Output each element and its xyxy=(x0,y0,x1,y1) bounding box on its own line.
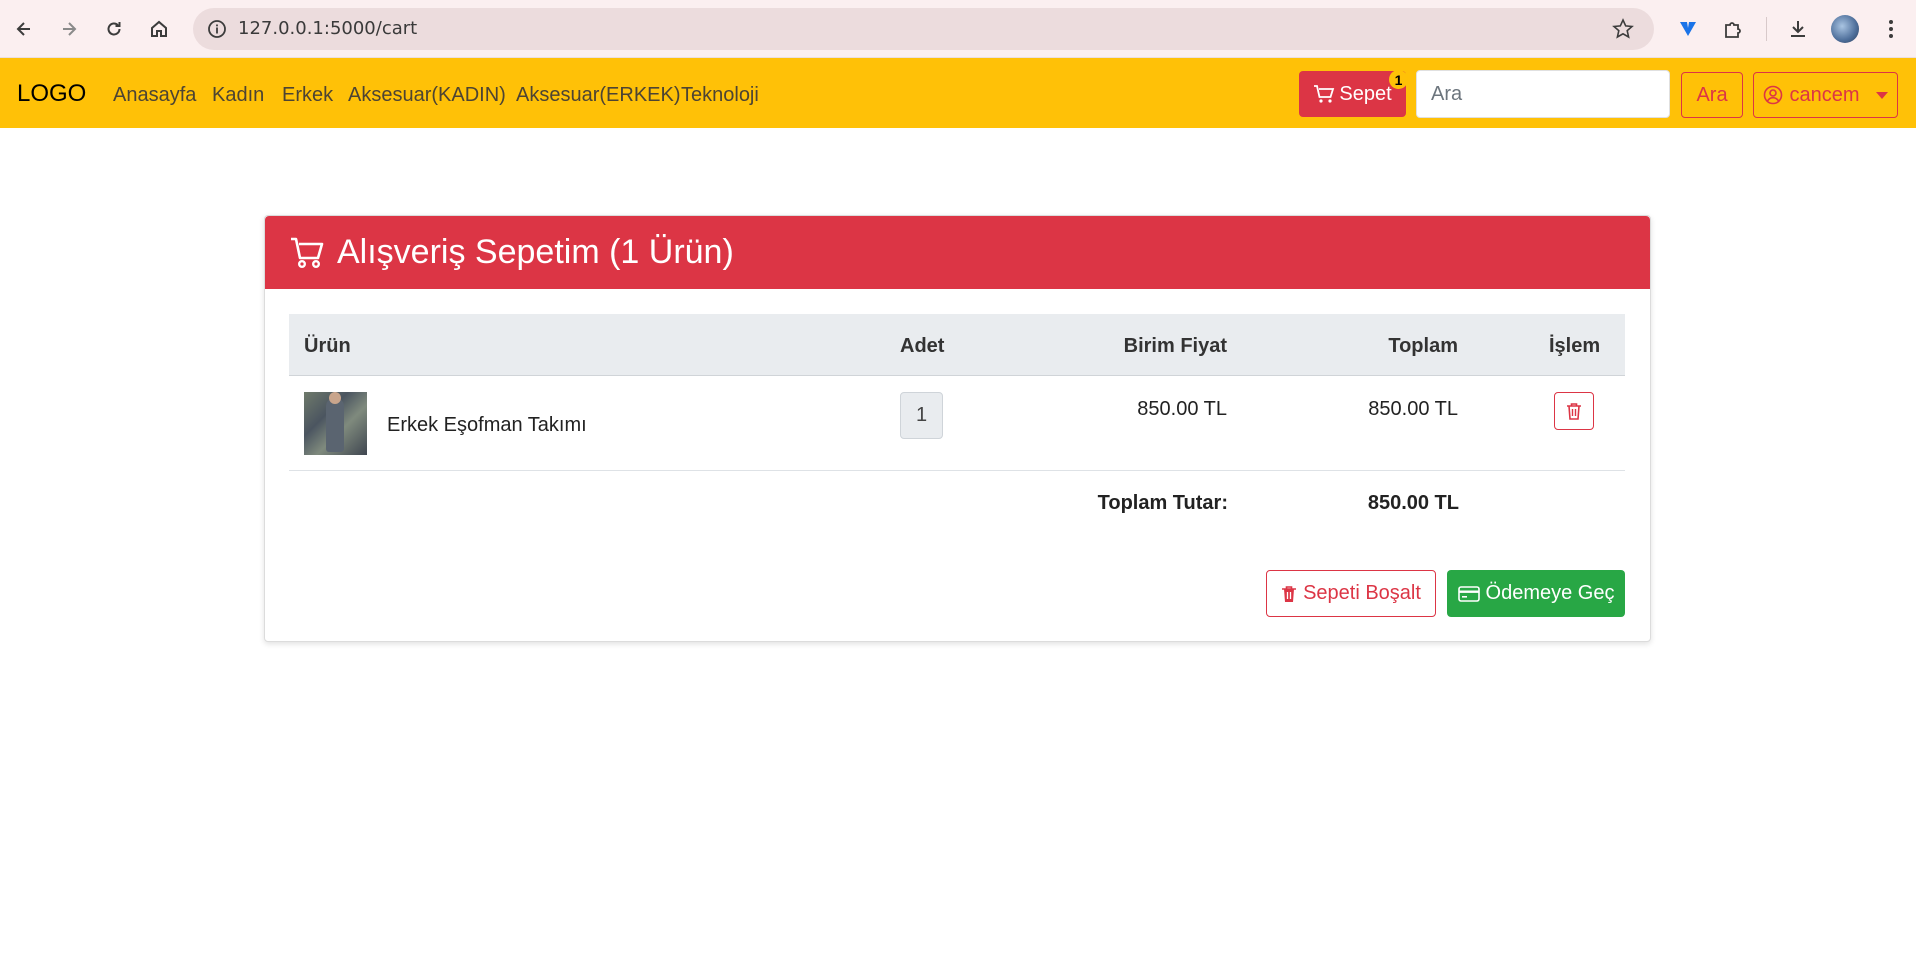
column-header-unit-price: Birim Fiyat xyxy=(1123,335,1227,357)
empty-cart-label: Sepeti Boşalt xyxy=(1303,582,1421,604)
line-total: 850.00 TL xyxy=(1368,398,1458,420)
info-icon[interactable] xyxy=(205,17,229,41)
page-title: Alışveriş Sepetim (1 Ürün) xyxy=(337,233,734,271)
puzzle-icon[interactable] xyxy=(1717,13,1749,45)
search-button[interactable]: Ara xyxy=(1681,72,1743,118)
checkout-label: Ödemeye Geç xyxy=(1485,582,1615,604)
column-header-quantity: Adet xyxy=(900,335,945,357)
nav-link-aksesuar-kadin[interactable]: Aksesuar(KADIN) xyxy=(348,58,506,132)
toolbar-separator xyxy=(1766,17,1767,41)
trash-icon xyxy=(1282,585,1297,602)
cart-card-header: Alışveriş Sepetim (1 Ürün) xyxy=(265,216,1650,289)
credit-card-icon xyxy=(1457,585,1480,602)
user-name: cancem xyxy=(1789,83,1860,106)
column-header-action: İşlem xyxy=(1549,335,1601,357)
browser-toolbar: 127.0.0.1:5000/cart xyxy=(0,0,1916,58)
product-thumbnail[interactable] xyxy=(304,392,367,455)
trash-icon xyxy=(1567,403,1581,420)
nav-link-anasayfa[interactable]: Anasayfa xyxy=(113,58,196,132)
user-menu-button[interactable]: cancem xyxy=(1753,72,1898,118)
address-bar[interactable]: 127.0.0.1:5000/cart xyxy=(193,8,1654,50)
table-row: Erkek Eşofman Takımı 1 850.00 TL 850.00 … xyxy=(289,376,1625,471)
back-icon[interactable] xyxy=(8,13,40,45)
profile-avatar[interactable] xyxy=(1831,15,1859,43)
column-header-product: Ürün xyxy=(304,335,351,357)
site-navbar: LOGO Anasayfa Kadın Erkek Aksesuar(KADIN… xyxy=(0,58,1916,128)
user-circle-icon xyxy=(1764,85,1783,105)
grand-total-label: Toplam Tutar: xyxy=(1097,492,1228,514)
nav-link-erkek[interactable]: Erkek xyxy=(282,58,333,132)
cart-icon xyxy=(1314,85,1335,103)
remove-item-button[interactable] xyxy=(1554,392,1594,430)
forward-icon[interactable] xyxy=(53,13,85,45)
quantity-field[interactable]: 1 xyxy=(900,392,943,439)
cart-card: Alışveriş Sepetim (1 Ürün) Ürün Adet Bir… xyxy=(264,215,1651,642)
menu-dots-icon[interactable] xyxy=(1875,13,1907,45)
nav-link-kadin[interactable]: Kadın xyxy=(212,58,264,132)
search-input[interactable] xyxy=(1416,70,1670,118)
empty-cart-button[interactable]: Sepeti Boşalt xyxy=(1266,570,1436,617)
reload-icon[interactable] xyxy=(98,13,130,45)
star-icon[interactable] xyxy=(1610,16,1636,42)
unit-price: 850.00 TL xyxy=(1137,398,1227,420)
download-icon[interactable] xyxy=(1782,13,1814,45)
home-icon[interactable] xyxy=(143,13,175,45)
url-text: 127.0.0.1:5000/cart xyxy=(238,18,418,39)
cart-icon xyxy=(291,237,324,268)
nav-link-aksesuar-erkek[interactable]: Aksesuar(ERKEK) xyxy=(516,58,681,132)
cart-count-badge: 1 xyxy=(1389,70,1408,89)
extension-shield-icon[interactable] xyxy=(1672,13,1704,45)
cart-button-label: Sepet xyxy=(1339,82,1392,105)
checkout-button[interactable]: Ödemeye Geç xyxy=(1447,570,1625,617)
column-header-total: Toplam xyxy=(1388,335,1458,357)
brand-logo[interactable]: LOGO xyxy=(17,58,86,130)
chevron-down-icon xyxy=(1875,91,1888,99)
table-header: Ürün Adet Birim Fiyat Toplam İşlem xyxy=(289,314,1625,376)
product-name[interactable]: Erkek Eşofman Takımı xyxy=(387,414,587,437)
nav-link-teknoloji[interactable]: Teknoloji xyxy=(681,58,759,132)
grand-total-value: 850.00 TL xyxy=(1367,492,1459,514)
